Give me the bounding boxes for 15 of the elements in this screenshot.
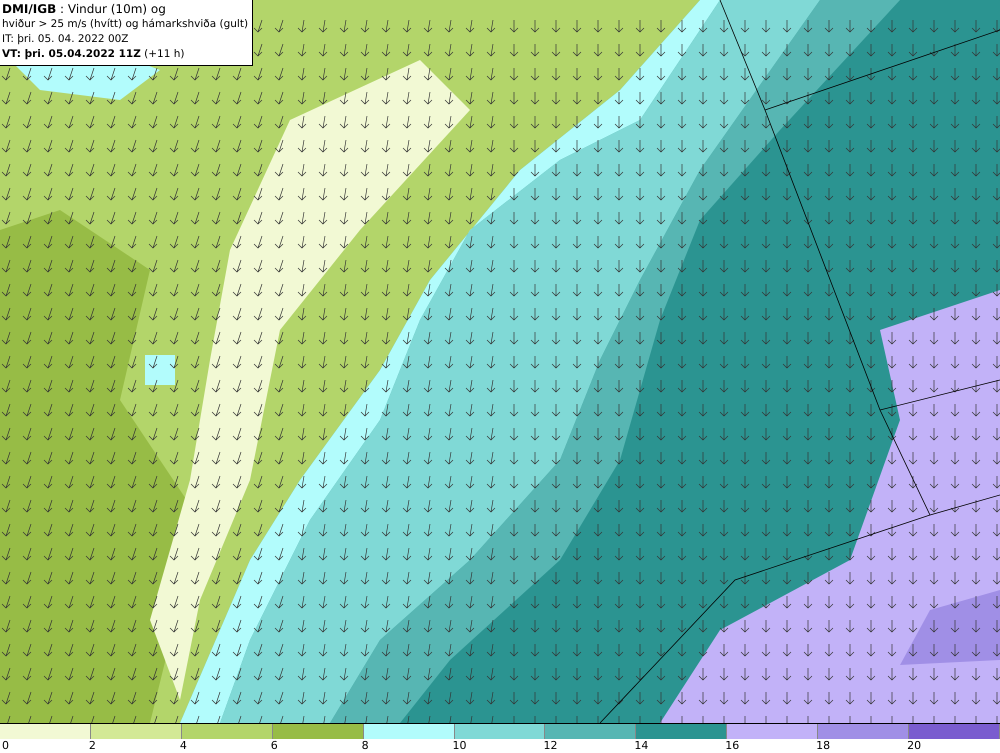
legend-label: 12 (542, 739, 558, 753)
legend-label: 16 (724, 739, 740, 753)
legend-label: 2 (88, 739, 96, 753)
title-line: IT: þri. 05. 04. 2022 00Z (2, 32, 130, 47)
legend-label: 0 (1, 739, 9, 753)
legend-label: 10 (452, 739, 467, 753)
title-line: VT: þri. 05.04.2022 11Z (+11 h) (2, 47, 186, 62)
legend-label: 14 (633, 739, 648, 753)
legend-label: 8 (360, 739, 369, 753)
legend-label: 20 (906, 739, 922, 753)
legend-label: 6 (270, 739, 278, 753)
legend-label: 4 (178, 739, 187, 753)
title-line: DMI/IGB : Vindur (10m) og (2, 2, 167, 17)
title-line: hviður > 25 m/s (hvítt) og hámarkshviða (gult) (2, 17, 248, 32)
legend-label: 18 (815, 739, 830, 753)
